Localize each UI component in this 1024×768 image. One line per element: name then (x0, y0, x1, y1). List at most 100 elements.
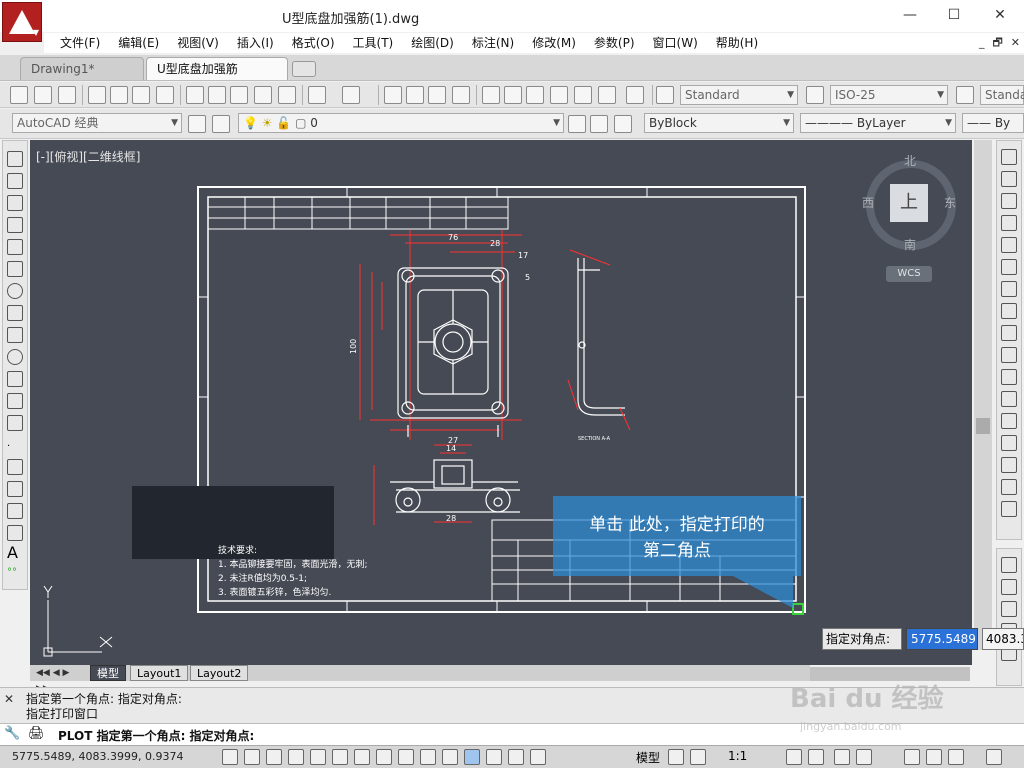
vertical-scrollbar[interactable] (974, 140, 992, 650)
ellipse-arc-icon[interactable] (7, 371, 23, 387)
model-space-button[interactable]: 模型 (636, 749, 660, 766)
insert-block-icon[interactable] (7, 393, 23, 409)
tab-layout1[interactable]: Layout1 (130, 665, 189, 681)
construction-line-icon[interactable] (7, 173, 23, 189)
object-snap-tracking-icon[interactable] (376, 749, 392, 765)
viewcube-east[interactable]: 东 (944, 194, 956, 211)
coordinate-x-input[interactable]: 5775.5489 (906, 628, 978, 650)
menu-tools[interactable]: 工具(T) (347, 33, 400, 53)
viewcube-top-face[interactable]: 上 (890, 184, 928, 222)
publish-icon[interactable] (132, 86, 150, 104)
copy-icon[interactable] (208, 86, 226, 104)
layer-states-icon[interactable] (614, 115, 632, 133)
wrench-icon[interactable]: 🔧 (4, 726, 20, 741)
cut-icon[interactable] (186, 86, 204, 104)
quick-view-layouts-icon[interactable] (668, 749, 684, 765)
menu-help[interactable]: 帮助(H) (710, 33, 764, 53)
blend-icon[interactable] (1001, 479, 1017, 495)
dynamic-input-icon[interactable] (420, 749, 436, 765)
new-tab-button[interactable] (292, 61, 316, 77)
rotate-icon[interactable] (1001, 281, 1017, 297)
layout-nav-arrows[interactable]: ◀◀ ◀ ▶ ▶▶ (30, 665, 90, 694)
gradient-icon[interactable] (7, 481, 23, 497)
linetype-select[interactable]: ———— ByLayer ▼ (800, 113, 956, 133)
tab-u-chassis[interactable]: U型底盘加强筋(1)*✕ (146, 57, 288, 98)
bring-to-front-icon[interactable] (1001, 557, 1017, 573)
lightbulb-icon[interactable] (948, 749, 964, 765)
bring-above-icon[interactable] (1001, 601, 1017, 617)
maximize-button[interactable]: ☐ (934, 4, 974, 26)
minimize-button[interactable]: — (890, 4, 930, 26)
tab-drawing1[interactable]: Drawing1* (20, 57, 144, 80)
menu-window[interactable]: 窗口(W) (647, 33, 704, 53)
layer-select[interactable]: 💡 ☀ 🔓 ▢ 0 ▼ (238, 113, 564, 133)
transparency-icon[interactable] (464, 749, 480, 765)
open-file-icon[interactable] (34, 86, 52, 104)
workspace-select[interactable]: AutoCAD 经典 ▼ (12, 113, 182, 133)
match-properties-icon[interactable] (278, 86, 296, 104)
menu-format[interactable]: 格式(O) (286, 33, 341, 53)
paste-icon[interactable] (230, 86, 248, 104)
make-current-layer-icon[interactable] (568, 115, 586, 133)
quick-properties-icon[interactable] (486, 749, 502, 765)
quick-view-drawings-icon[interactable] (690, 749, 706, 765)
clean-screen-icon[interactable] (986, 749, 1002, 765)
add-selected-icon[interactable]: °° (7, 567, 23, 583)
move-icon[interactable] (1001, 259, 1017, 275)
viewcube-west[interactable]: 西 (862, 194, 874, 211)
erase-icon[interactable] (1001, 149, 1017, 165)
color-select[interactable]: ByBlock ▼ (644, 113, 794, 133)
wcs-menu[interactable]: WCS (886, 266, 932, 282)
coordinate-y-input[interactable]: 4083.3 (982, 628, 1024, 650)
extend-icon[interactable] (1001, 369, 1017, 385)
zoom-window-icon[interactable] (428, 86, 446, 104)
table-style-icon[interactable] (956, 86, 974, 104)
copy-object-icon[interactable] (1001, 171, 1017, 187)
close-icon[interactable]: ✕ (4, 692, 14, 706)
chamfer-icon[interactable] (1001, 435, 1017, 451)
dim-style-select[interactable]: ISO-25 ▼ (830, 85, 948, 105)
doc-minimize-button[interactable]: _ (979, 33, 985, 53)
menu-dimension[interactable]: 标注(N) (466, 33, 520, 53)
lineweight-select[interactable]: —— By (962, 113, 1024, 133)
layer-previous-icon[interactable] (590, 115, 608, 133)
menu-insert[interactable]: 插入(I) (231, 33, 280, 53)
region-icon[interactable] (7, 503, 23, 519)
command-recent-icon[interactable]: 🖨 (28, 726, 45, 741)
lock-ui-icon[interactable] (856, 749, 872, 765)
auto-scale-icon[interactable] (808, 749, 824, 765)
explode-icon[interactable] (1001, 501, 1017, 517)
allow-ducs-icon[interactable] (398, 749, 414, 765)
snap-mode-icon[interactable] (244, 749, 260, 765)
hatch-icon[interactable] (7, 459, 23, 475)
polar-tracking-icon[interactable] (310, 749, 326, 765)
print-icon[interactable] (88, 86, 106, 104)
pan-icon[interactable] (384, 86, 402, 104)
selection-cycling-icon[interactable] (508, 749, 524, 765)
menu-view[interactable]: 视图(V) (171, 33, 225, 53)
revision-cloud-icon[interactable] (7, 305, 23, 321)
drawing-viewport[interactable]: [-][俯视][二维线框] 76 28 17 5 100 SECTION A-A… (30, 140, 972, 665)
ortho-mode-icon[interactable] (288, 749, 304, 765)
menu-draw[interactable]: 绘图(D) (405, 33, 460, 53)
circle-icon[interactable] (7, 283, 23, 299)
zoom-realtime-icon[interactable] (406, 86, 424, 104)
3d-osnap-icon[interactable] (354, 749, 370, 765)
break-icon[interactable] (1001, 391, 1017, 407)
polyline-icon[interactable] (7, 195, 23, 211)
join-icon[interactable] (1001, 413, 1017, 429)
stretch-icon[interactable] (1001, 325, 1017, 341)
spline-icon[interactable] (7, 327, 23, 343)
table-icon[interactable] (7, 525, 23, 541)
scale-icon[interactable] (1001, 303, 1017, 319)
viewcube-north[interactable]: 北 (904, 152, 916, 169)
rectangle-icon[interactable] (7, 239, 23, 255)
scrollbar-thumb[interactable] (976, 418, 990, 434)
doc-restore-button[interactable]: 🗗 (992, 33, 1002, 53)
tab-model[interactable]: 模型 (90, 665, 126, 681)
help-icon[interactable] (626, 86, 644, 104)
annotation-visibility-icon[interactable] (786, 749, 802, 765)
arc-icon[interactable] (7, 261, 23, 277)
annotation-scale[interactable]: 1:1 (728, 749, 747, 763)
grid-display-icon[interactable] (266, 749, 282, 765)
